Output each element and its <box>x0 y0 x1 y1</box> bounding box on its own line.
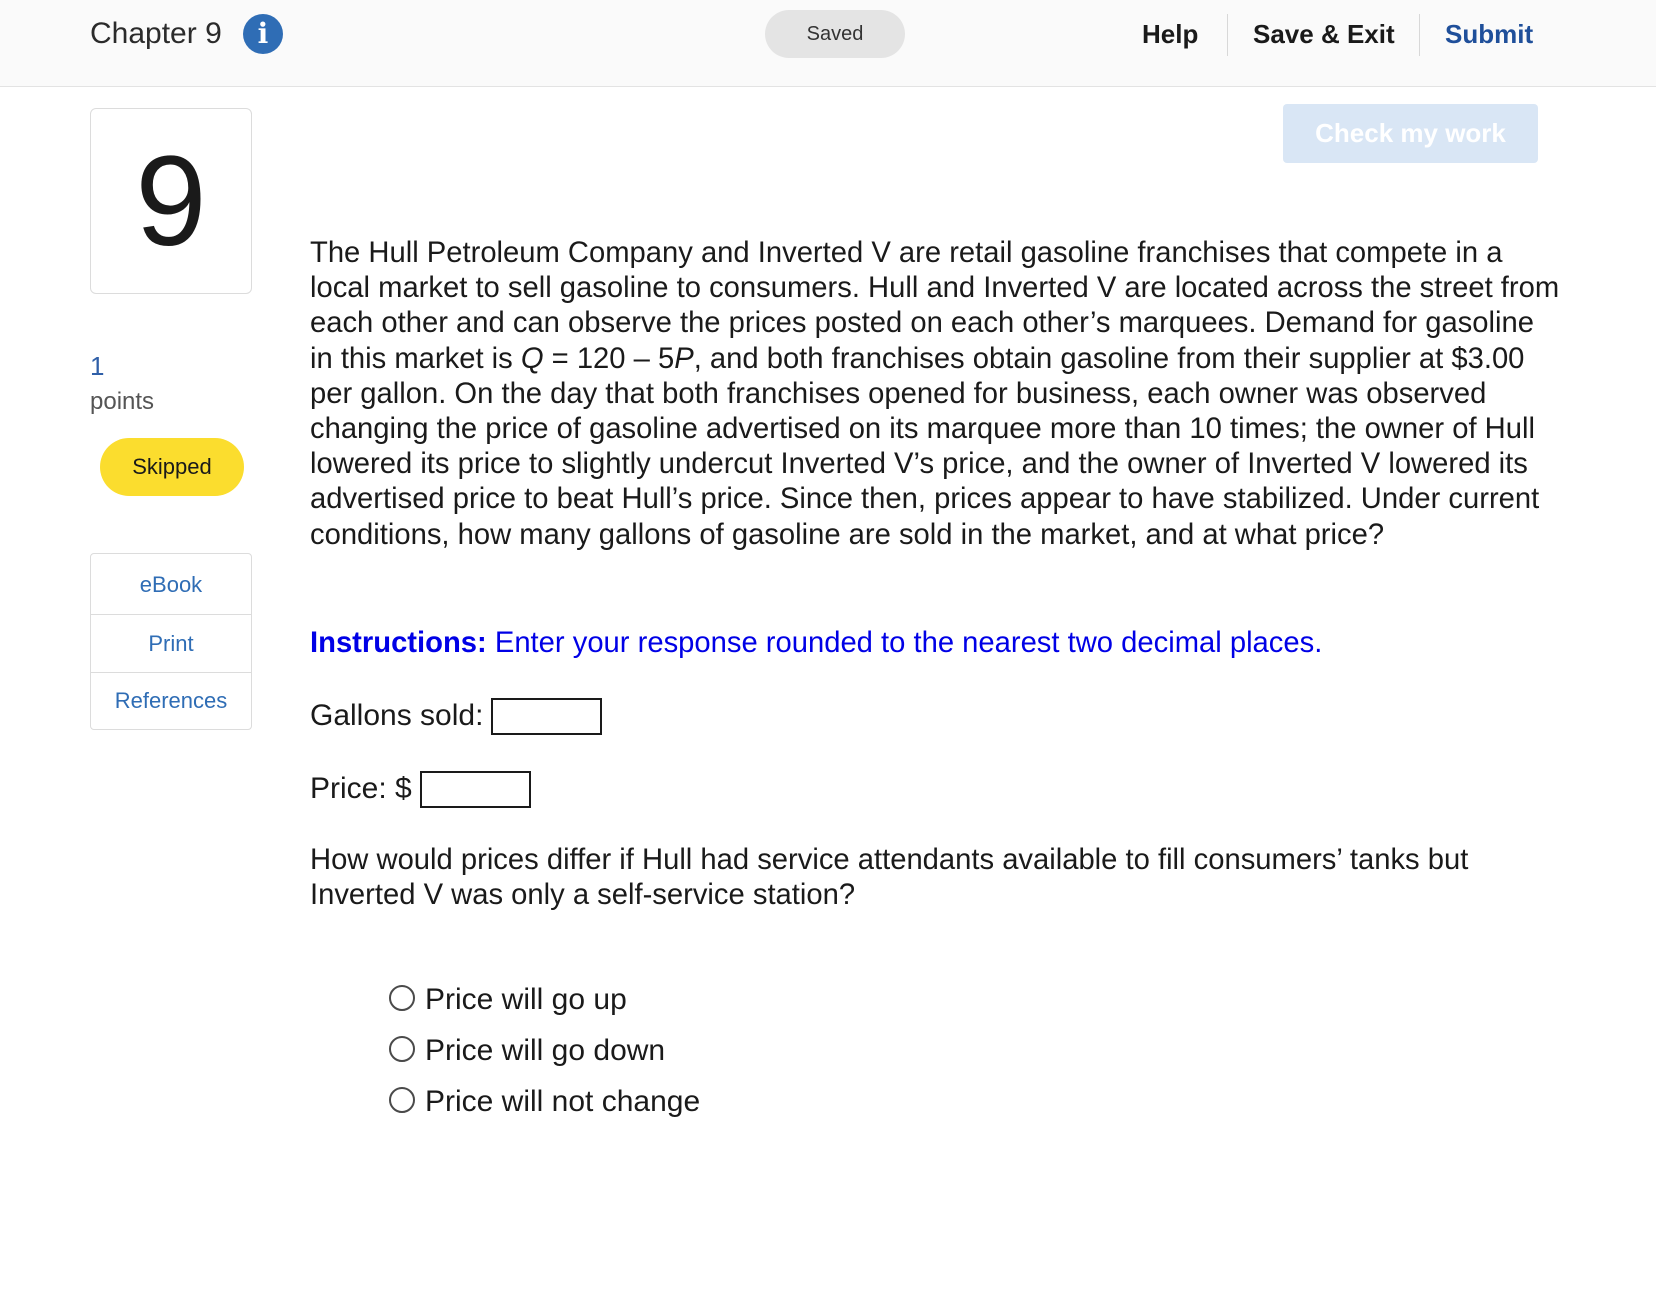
info-icon[interactable]: i <box>243 14 283 54</box>
points-label: points <box>90 388 155 415</box>
print-link[interactable]: Print <box>91 615 251 673</box>
option-label: Price will go down <box>425 1034 666 1068</box>
instructions-text: Enter your response rounded to the neare… <box>486 627 1323 659</box>
option-label: Price will go up <box>425 983 627 1017</box>
save-exit-link[interactable]: Save & Exit <box>1253 14 1395 54</box>
option-label: Price will not change <box>425 1085 701 1119</box>
price-label: Price: $ <box>310 772 412 806</box>
question-2-text: How would prices differ if Hull had serv… <box>310 844 1469 912</box>
check-my-work-button[interactable]: Check my work <box>1283 104 1538 163</box>
radio-button[interactable] <box>389 1087 415 1114</box>
price-input[interactable] <box>419 770 531 808</box>
top-bar: Chapter 9 i Saved Help Save & Exit Submi… <box>0 0 1656 87</box>
status-badge: Skipped <box>100 438 244 496</box>
points-value: 1 <box>90 351 105 381</box>
price-row: Price: $ <box>310 768 531 808</box>
answer-options: Price will go up Price will go down Pric… <box>389 976 700 1129</box>
demand-equation: = 120 – 5 <box>543 342 675 375</box>
saved-status-badge: Saved <box>765 10 905 58</box>
chapter-title: Chapter 9 <box>90 17 222 50</box>
nav-divider <box>1227 14 1228 56</box>
radio-button[interactable] <box>389 1036 415 1063</box>
gallons-row: Gallons sold: <box>310 695 603 735</box>
radio-button[interactable] <box>389 985 415 1012</box>
demand-variable-q: Q <box>520 342 544 375</box>
nav-divider <box>1419 14 1420 56</box>
demand-variable-p: P <box>674 342 694 375</box>
instructions: Instructions: Enter your response rounde… <box>310 625 1560 661</box>
option-price-no-change[interactable]: Price will not change <box>389 1078 700 1129</box>
resource-links-panel: eBook Print References <box>90 553 252 730</box>
question-text: The Hull Petroleum Company and Inverted … <box>310 236 1560 553</box>
help-link[interactable]: Help <box>1142 14 1198 54</box>
ebook-link[interactable]: eBook <box>91 554 251 615</box>
question-number: 9 <box>90 108 252 294</box>
gallons-input[interactable] <box>491 697 603 735</box>
submit-link[interactable]: Submit <box>1445 14 1533 54</box>
gallons-label: Gallons sold: <box>310 699 484 733</box>
option-price-down[interactable]: Price will go down <box>389 1027 700 1078</box>
references-link[interactable]: References <box>91 673 251 729</box>
instructions-label: Instructions: <box>310 627 487 659</box>
option-price-up[interactable]: Price will go up <box>389 976 700 1027</box>
